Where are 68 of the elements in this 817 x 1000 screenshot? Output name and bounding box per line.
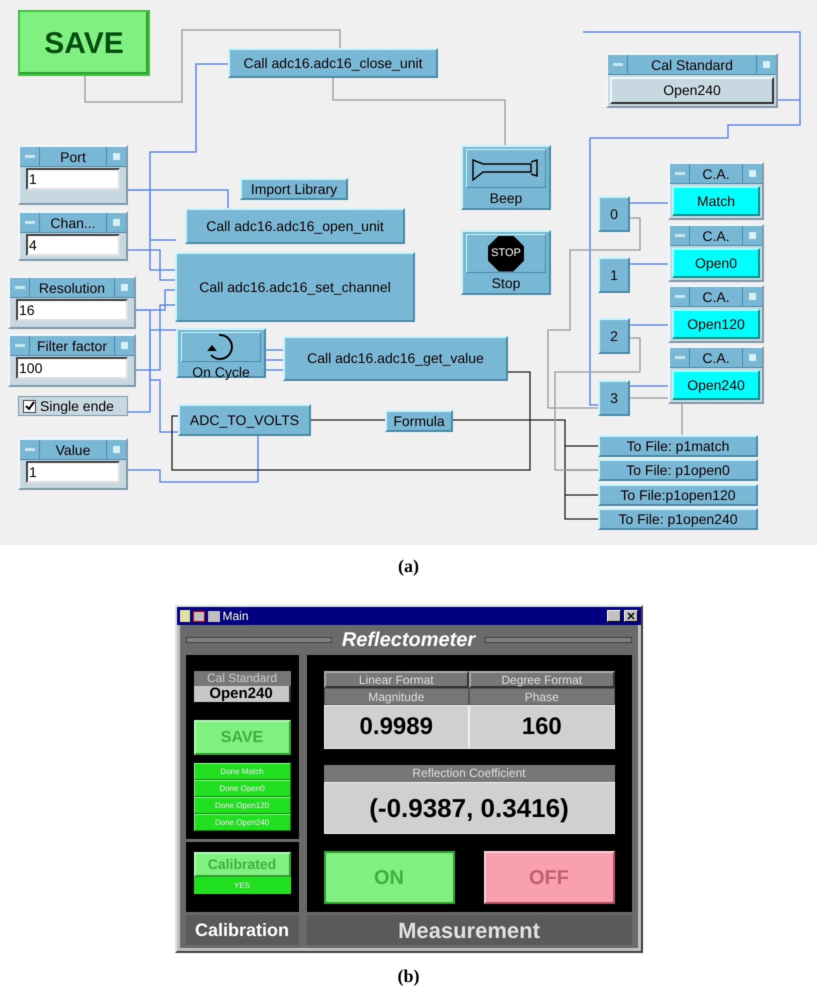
node-title: Value: [54, 441, 92, 459]
node-title: Port: [59, 148, 87, 166]
value-field[interactable]: 1: [26, 461, 120, 483]
function-node[interactable]: Formula: [385, 410, 453, 432]
window-title: Main: [222, 608, 250, 625]
save-button[interactable]: SAVE: [18, 10, 150, 76]
node-title: Chan...: [49, 214, 97, 232]
close-button[interactable]: [624, 610, 638, 622]
figure-caption: (b): [398, 965, 420, 988]
value-display: Match: [672, 186, 760, 216]
object-node[interactable]: On Cycle: [176, 328, 266, 378]
function-node[interactable]: Import Library: [240, 178, 348, 200]
node-title: Resolution: [38, 279, 106, 297]
node-title: C.A.: [701, 349, 731, 367]
node-title: C.A.: [701, 165, 731, 183]
function-node[interactable]: To File: p1open240: [598, 508, 758, 530]
node-title: C.A.: [701, 288, 731, 306]
status-value: YES: [194, 877, 290, 894]
node-title: Cal Standard: [650, 56, 734, 74]
function-node[interactable]: Call adc16.adc16_open_unit: [185, 208, 405, 244]
number-node[interactable]: 0: [598, 196, 630, 232]
readout-value: 0.9989: [324, 705, 469, 749]
value-display: Open0: [672, 248, 760, 278]
node-label: Beep: [490, 189, 522, 208]
function-node[interactable]: To File:p1open120: [598, 484, 758, 506]
function-node[interactable]: ADC_TO_VOLTS: [178, 404, 311, 436]
readout-value: (-0.9387, 0.3416): [324, 782, 614, 834]
app-icon: [208, 610, 220, 622]
node-label: Stop: [492, 274, 520, 293]
node-title: Filter factor: [36, 337, 108, 355]
function-node[interactable]: To File: p1match: [598, 435, 758, 457]
field-label: Cal Standard: [194, 671, 290, 686]
value-display: Open120: [672, 309, 760, 339]
readout-label: Magnitude: [324, 688, 469, 705]
wire: [266, 349, 283, 351]
object-node[interactable]: STOP Stop: [461, 230, 551, 295]
function-node[interactable]: Call adc16.adc16_set_channel: [175, 252, 415, 322]
readout-label: Phase: [469, 688, 614, 705]
app-icon: [180, 610, 190, 622]
wire: [564, 495, 598, 520]
value-field[interactable]: 1: [26, 168, 120, 190]
function-node[interactable]: To File: p1open0: [598, 459, 758, 481]
stop-sign: STOP: [488, 236, 524, 272]
value-field[interactable]: 16: [16, 299, 128, 321]
app-icon: [192, 610, 204, 622]
panel-heading: Reflectometer: [342, 628, 476, 653]
readout-label: Reflection Coefficient: [324, 765, 614, 782]
function-node[interactable]: Call adc16.adc16_close_unit: [228, 48, 438, 78]
checkbox[interactable]: [23, 400, 36, 412]
number-node[interactable]: 1: [598, 257, 630, 293]
figure-caption: (a): [398, 555, 419, 578]
section-label: Measurement: [306, 915, 632, 945]
checkbox-label: Single ende: [40, 396, 114, 416]
node-title: C.A.: [701, 227, 731, 245]
number-node[interactable]: 2: [598, 318, 630, 354]
section-label: Calibration: [186, 915, 298, 945]
object-node[interactable]: Beep: [461, 145, 551, 210]
wire: [266, 359, 283, 361]
value-display: Open240: [672, 370, 760, 400]
value-field[interactable]: 100: [16, 357, 128, 379]
value-button[interactable]: Open240: [610, 77, 774, 104]
function-node[interactable]: Call adc16.adc16_get_value: [283, 336, 508, 381]
close-icon: [626, 612, 634, 620]
status-indicator: Calibrated: [194, 852, 290, 877]
value-display: Open240: [194, 686, 290, 702]
number-node[interactable]: 3: [598, 380, 630, 416]
value-field[interactable]: 4: [26, 234, 120, 256]
readout-value: 160: [469, 705, 614, 749]
